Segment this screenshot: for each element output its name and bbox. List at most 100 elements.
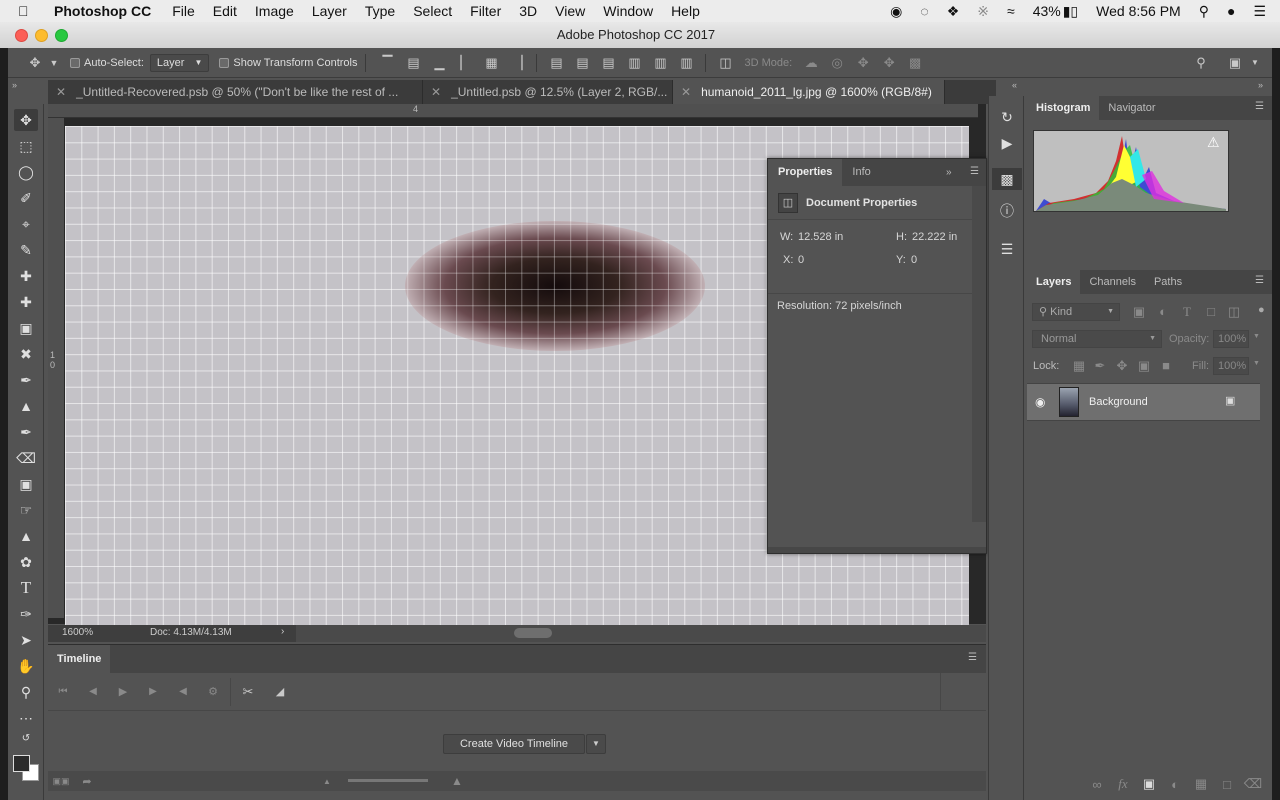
auto-align-icon[interactable]: ◫ [712, 55, 738, 71]
panel-menu-icon[interactable]: ☰ [1255, 275, 1264, 286]
filter-adjustment-icon[interactable]: ◐ [1150, 304, 1176, 319]
filter-pixel-icon[interactable]: ▣ [1126, 304, 1152, 320]
align-horizontal-center-icon[interactable]: ▦ [478, 55, 504, 71]
zoom-tool-icon[interactable]: ⚲ [14, 681, 38, 703]
tab-untitled[interactable]: ✕ _Untitled.psb @ 12.5% (Layer 2, RGB/... [423, 80, 673, 104]
history-brush-tool-icon[interactable]: ✒ [14, 421, 38, 443]
slide-3d-icon[interactable]: ✥ [876, 55, 902, 71]
quick-select-tool-icon[interactable]: ✐ [14, 187, 38, 209]
render-video-icon[interactable]: ➦ [74, 775, 100, 788]
warning-icon[interactable]: ⚠ [1207, 134, 1220, 151]
panel-menu-icon[interactable]: ☰ [970, 166, 979, 177]
panel-menu-icon[interactable]: ☰ [1255, 101, 1264, 112]
pan-3d-icon[interactable]: ✥ [850, 55, 876, 71]
toolbar-collapse-icon[interactable]: » [12, 80, 17, 90]
horizontal-scrollbar[interactable] [296, 625, 986, 642]
height-value[interactable]: 22.222 in [912, 231, 957, 243]
hand-tool-icon[interactable]: ✋ [14, 655, 38, 677]
scroll-thumb[interactable] [514, 628, 552, 638]
distribute-top-icon[interactable]: ▤ [543, 55, 569, 71]
crop-tool-icon[interactable]: ⌖ [14, 213, 38, 235]
tab-humanoid[interactable]: ✕ humanoid_2011_lg.jpg @ 1600% (RGB/8#) [673, 80, 945, 104]
collapse-panel-icon[interactable]: » [946, 167, 952, 178]
panel-resize-grip[interactable] [768, 547, 986, 553]
align-bottom-icon[interactable]: ▁ [426, 55, 452, 71]
fill-field[interactable]: 100% [1213, 357, 1249, 375]
width-value[interactable]: 12.528 in [798, 231, 843, 243]
zoom-in-icon[interactable]: ▲ [444, 774, 470, 788]
orbit-3d-icon[interactable]: ☁ [798, 55, 824, 71]
battery-icon[interactable]: ▮▯ [1063, 3, 1087, 20]
menu-view[interactable]: View [546, 3, 594, 19]
chevron-down-icon[interactable]: ▼ [1253, 360, 1260, 367]
wifi-icon[interactable]: ≈ [998, 3, 1024, 19]
menu-file[interactable]: File [163, 3, 204, 19]
tab-properties[interactable]: Properties [768, 159, 843, 186]
x-value[interactable]: 0 [798, 254, 804, 266]
pen-tool-icon[interactable]: ✑ [14, 603, 38, 625]
apple-icon[interactable]:  [18, 3, 40, 19]
panel-scrollbar[interactable] [972, 186, 986, 522]
menu-window[interactable]: Window [594, 3, 662, 19]
previous-frame-icon[interactable]: ◀ [80, 686, 106, 697]
create-video-timeline-button[interactable]: Create Video Timeline [443, 734, 585, 754]
distribute-left-icon[interactable]: ▥ [621, 55, 647, 71]
tab-histogram[interactable]: Histogram [1027, 96, 1100, 120]
auto-select-dropdown[interactable]: Layer ▼ [149, 53, 210, 72]
minimize-window-button[interactable] [35, 29, 48, 42]
blur-tool-icon[interactable]: ☞ [14, 499, 38, 521]
settings-gear-icon[interactable]: ⚙ [200, 685, 226, 698]
creative-cloud-icon[interactable]: ◌ [911, 3, 937, 19]
bluetooth-icon[interactable]: ※ [968, 3, 998, 20]
gradient-tool-icon[interactable]: ▣ [14, 473, 38, 495]
patch-tool-icon[interactable]: ✚ [14, 291, 38, 313]
layer-style-fx-icon[interactable]: fx [1110, 776, 1136, 792]
delete-layer-icon[interactable]: ⌫ [1240, 776, 1266, 792]
eraser-tool-icon[interactable]: ⌫ [14, 447, 38, 469]
close-tab-icon[interactable]: ✕ [56, 85, 66, 99]
new-group-icon[interactable]: ▦ [1188, 776, 1214, 792]
timeline-zoom-slider[interactable] [348, 779, 428, 782]
3d-panel-icon[interactable]: ▩ [992, 168, 1022, 190]
panel-collapse-icon[interactable]: » [1258, 80, 1263, 90]
zoom-window-button[interactable] [55, 29, 68, 42]
close-window-button[interactable] [15, 29, 28, 42]
split-at-playhead-icon[interactable]: ✂ [235, 684, 261, 700]
actions-panel-icon[interactable]: ▶ [995, 132, 1019, 154]
lock-all-icon[interactable]: ■ [1153, 358, 1179, 373]
roll-3d-icon[interactable]: ◎ [824, 55, 850, 71]
filter-smart-object-icon[interactable]: ◫ [1221, 304, 1247, 320]
tab-info[interactable]: Info [842, 159, 880, 186]
lasso-tool-icon[interactable]: ◯ [14, 161, 38, 183]
distribute-bottom-icon[interactable]: ▤ [595, 55, 621, 71]
new-layer-icon[interactable]: □ [1214, 777, 1240, 792]
ruler-horizontal[interactable]: 4 [48, 104, 978, 118]
history-panel-icon[interactable]: ↻ [995, 106, 1019, 128]
eye-visibility-icon[interactable]: ◉ [1035, 395, 1045, 409]
link-layers-icon[interactable]: ∞ [1084, 777, 1110, 792]
clock[interactable]: Wed 8:56 PM [1087, 3, 1190, 19]
dock-collapse-icon[interactable]: « [1012, 80, 1017, 90]
tab-untitled-recovered[interactable]: ✕ _Untitled-Recovered.psb @ 50% ("Don't b… [48, 80, 423, 104]
layer-row-background[interactable]: ◉ Background ▣ [1027, 383, 1260, 421]
distribute-hcenter-icon[interactable]: ▥ [647, 55, 673, 71]
scale-3d-icon[interactable]: ▩ [902, 55, 928, 71]
zoom-out-icon[interactable]: ▲ [314, 777, 340, 786]
close-tab-icon[interactable]: ✕ [431, 85, 441, 99]
layer-name[interactable]: Background [1089, 396, 1148, 408]
go-to-first-frame-icon[interactable]: ⏮ [50, 686, 76, 697]
menu-image[interactable]: Image [246, 3, 303, 19]
spotlight-search-icon[interactable]: ⚲ [1190, 3, 1218, 20]
tab-channels[interactable]: Channels [1080, 270, 1144, 294]
siri-icon[interactable]: ● [1218, 3, 1244, 19]
add-mask-icon[interactable]: ▣ [1136, 776, 1162, 792]
dropbox-icon[interactable]: ❖ [938, 3, 969, 20]
status-menu-icon[interactable]: › [281, 626, 284, 637]
healing-brush-tool-icon[interactable]: ✚ [14, 265, 38, 287]
sharpen-tool-icon[interactable]: ▲ [14, 525, 38, 547]
play-icon[interactable]: ▶ [110, 685, 136, 698]
eyedropper-tool-icon[interactable]: ✎ [14, 239, 38, 261]
path-selection-tool-icon[interactable]: ➤ [14, 629, 38, 651]
blend-mode-dropdown[interactable]: Normal ▼ [1032, 330, 1162, 348]
tab-paths[interactable]: Paths [1145, 270, 1191, 294]
